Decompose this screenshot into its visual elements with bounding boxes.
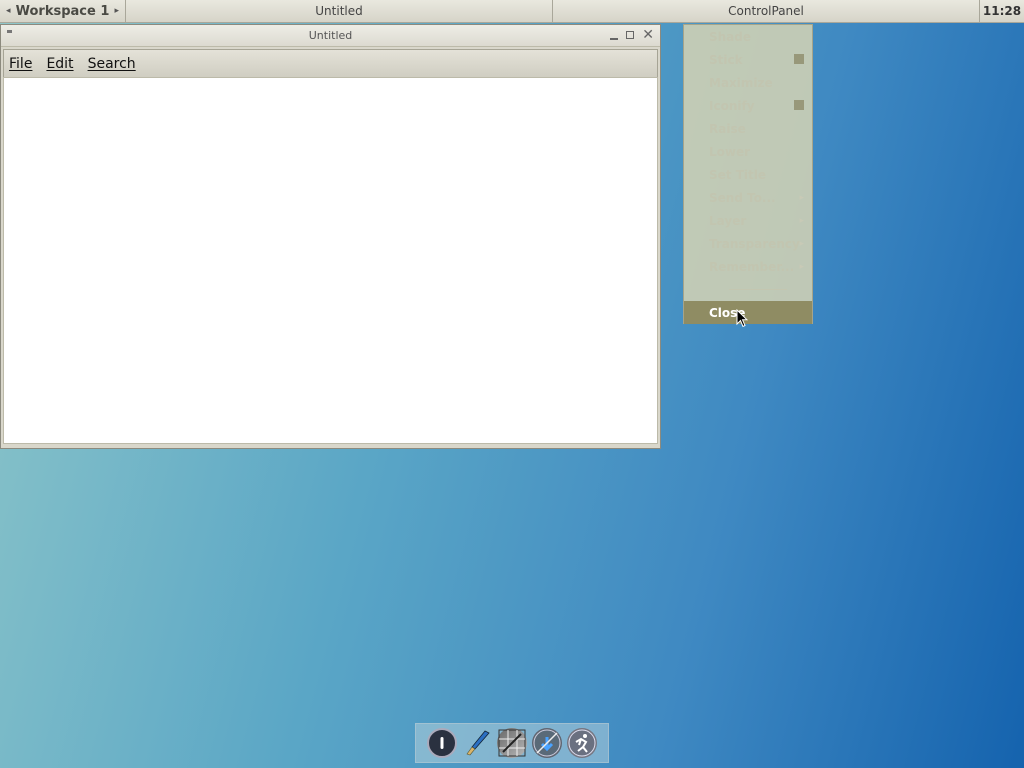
menu-item-label: Iconify	[709, 98, 755, 113]
menu-separator	[729, 289, 787, 290]
dock	[415, 723, 609, 763]
menu-item-label: Shade	[709, 29, 752, 44]
menu-item-label: Layer	[709, 213, 747, 228]
editor-window: Untitled ✕ File Edit Search	[0, 24, 661, 449]
menu-edit[interactable]: Edit	[41, 56, 78, 72]
next-workspace-arrow[interactable]: ▸	[114, 6, 119, 16]
checkbox-icon	[794, 54, 804, 64]
window-titlebar[interactable]: Untitled ✕	[1, 25, 660, 47]
menu-item-label: Stick	[709, 52, 743, 67]
menu-item-label: Raise	[709, 121, 746, 136]
close-icon[interactable]: ✕	[642, 28, 654, 42]
menu-item-raise[interactable]: Raise	[684, 117, 812, 140]
workspace-switcher[interactable]: ◂ Workspace 1 ▸	[0, 0, 126, 22]
window-menu-icon[interactable]	[7, 30, 12, 33]
menu-item-remember[interactable]: Remember... ▸	[684, 255, 812, 278]
menu-item-close[interactable]: Close	[684, 301, 812, 324]
menu-item-set-title[interactable]: Set Title	[684, 163, 812, 186]
window-context-menu: Shade Stick Maximize Iconify Raise Lower…	[683, 24, 813, 324]
text-area[interactable]	[3, 77, 658, 444]
menu-item-maximize[interactable]: Maximize	[684, 71, 812, 94]
screenshot-grid-icon[interactable]	[496, 728, 527, 758]
menubar: File Edit Search	[3, 49, 658, 79]
menu-item-layer[interactable]: Layer ▸	[684, 209, 812, 232]
menu-search[interactable]: Search	[83, 56, 141, 72]
menu-item-label: Set Title	[709, 167, 766, 182]
menu-item-transparency[interactable]: Transparency ▸	[684, 232, 812, 255]
menu-item-iconify[interactable]: Iconify	[684, 94, 812, 117]
submenu-arrow-icon: ▸	[799, 215, 804, 226]
checkbox-icon	[794, 100, 804, 110]
menu-item-label: Lower	[709, 144, 751, 159]
menu-item-shade[interactable]: Shade	[684, 25, 812, 48]
power-icon[interactable]	[426, 728, 457, 758]
clock: 11:28	[982, 4, 1022, 18]
paintbrush-icon[interactable]	[462, 728, 492, 758]
submenu-arrow-icon: ▸	[799, 261, 804, 272]
taskbar-item-controlpanel[interactable]: ControlPanel	[553, 0, 980, 22]
menu-item-stick[interactable]: Stick	[684, 48, 812, 71]
runner-icon[interactable]	[567, 728, 598, 758]
window-controls: ✕	[610, 28, 654, 42]
taskbar-item-untitled[interactable]: Untitled	[126, 0, 553, 22]
minimize-icon[interactable]	[610, 38, 619, 40]
window-title: Untitled	[308, 29, 353, 42]
task-label: ControlPanel	[728, 4, 804, 18]
menu-item-label: Send To...	[709, 190, 776, 205]
mouse-cursor-icon	[736, 309, 748, 328]
menu-item-send-to[interactable]: Send To... ▸	[684, 186, 812, 209]
menu-item-lower[interactable]: Lower	[684, 140, 812, 163]
download-icon[interactable]	[532, 728, 563, 758]
menu-file[interactable]: File	[4, 56, 37, 72]
workspace-label: Workspace 1	[15, 3, 110, 19]
prev-workspace-arrow[interactable]: ◂	[6, 6, 11, 16]
menu-item-label: Remember...	[709, 259, 795, 274]
menu-item-label: Maximize	[709, 75, 773, 90]
toolbar: ◂ Workspace 1 ▸ Untitled ControlPanel 11…	[0, 0, 1024, 23]
maximize-icon[interactable]	[626, 31, 635, 39]
menu-item-label: Transparency	[709, 236, 800, 251]
task-label: Untitled	[315, 4, 363, 18]
submenu-arrow-icon: ▸	[799, 192, 804, 203]
submenu-arrow-icon: ▸	[799, 238, 804, 249]
